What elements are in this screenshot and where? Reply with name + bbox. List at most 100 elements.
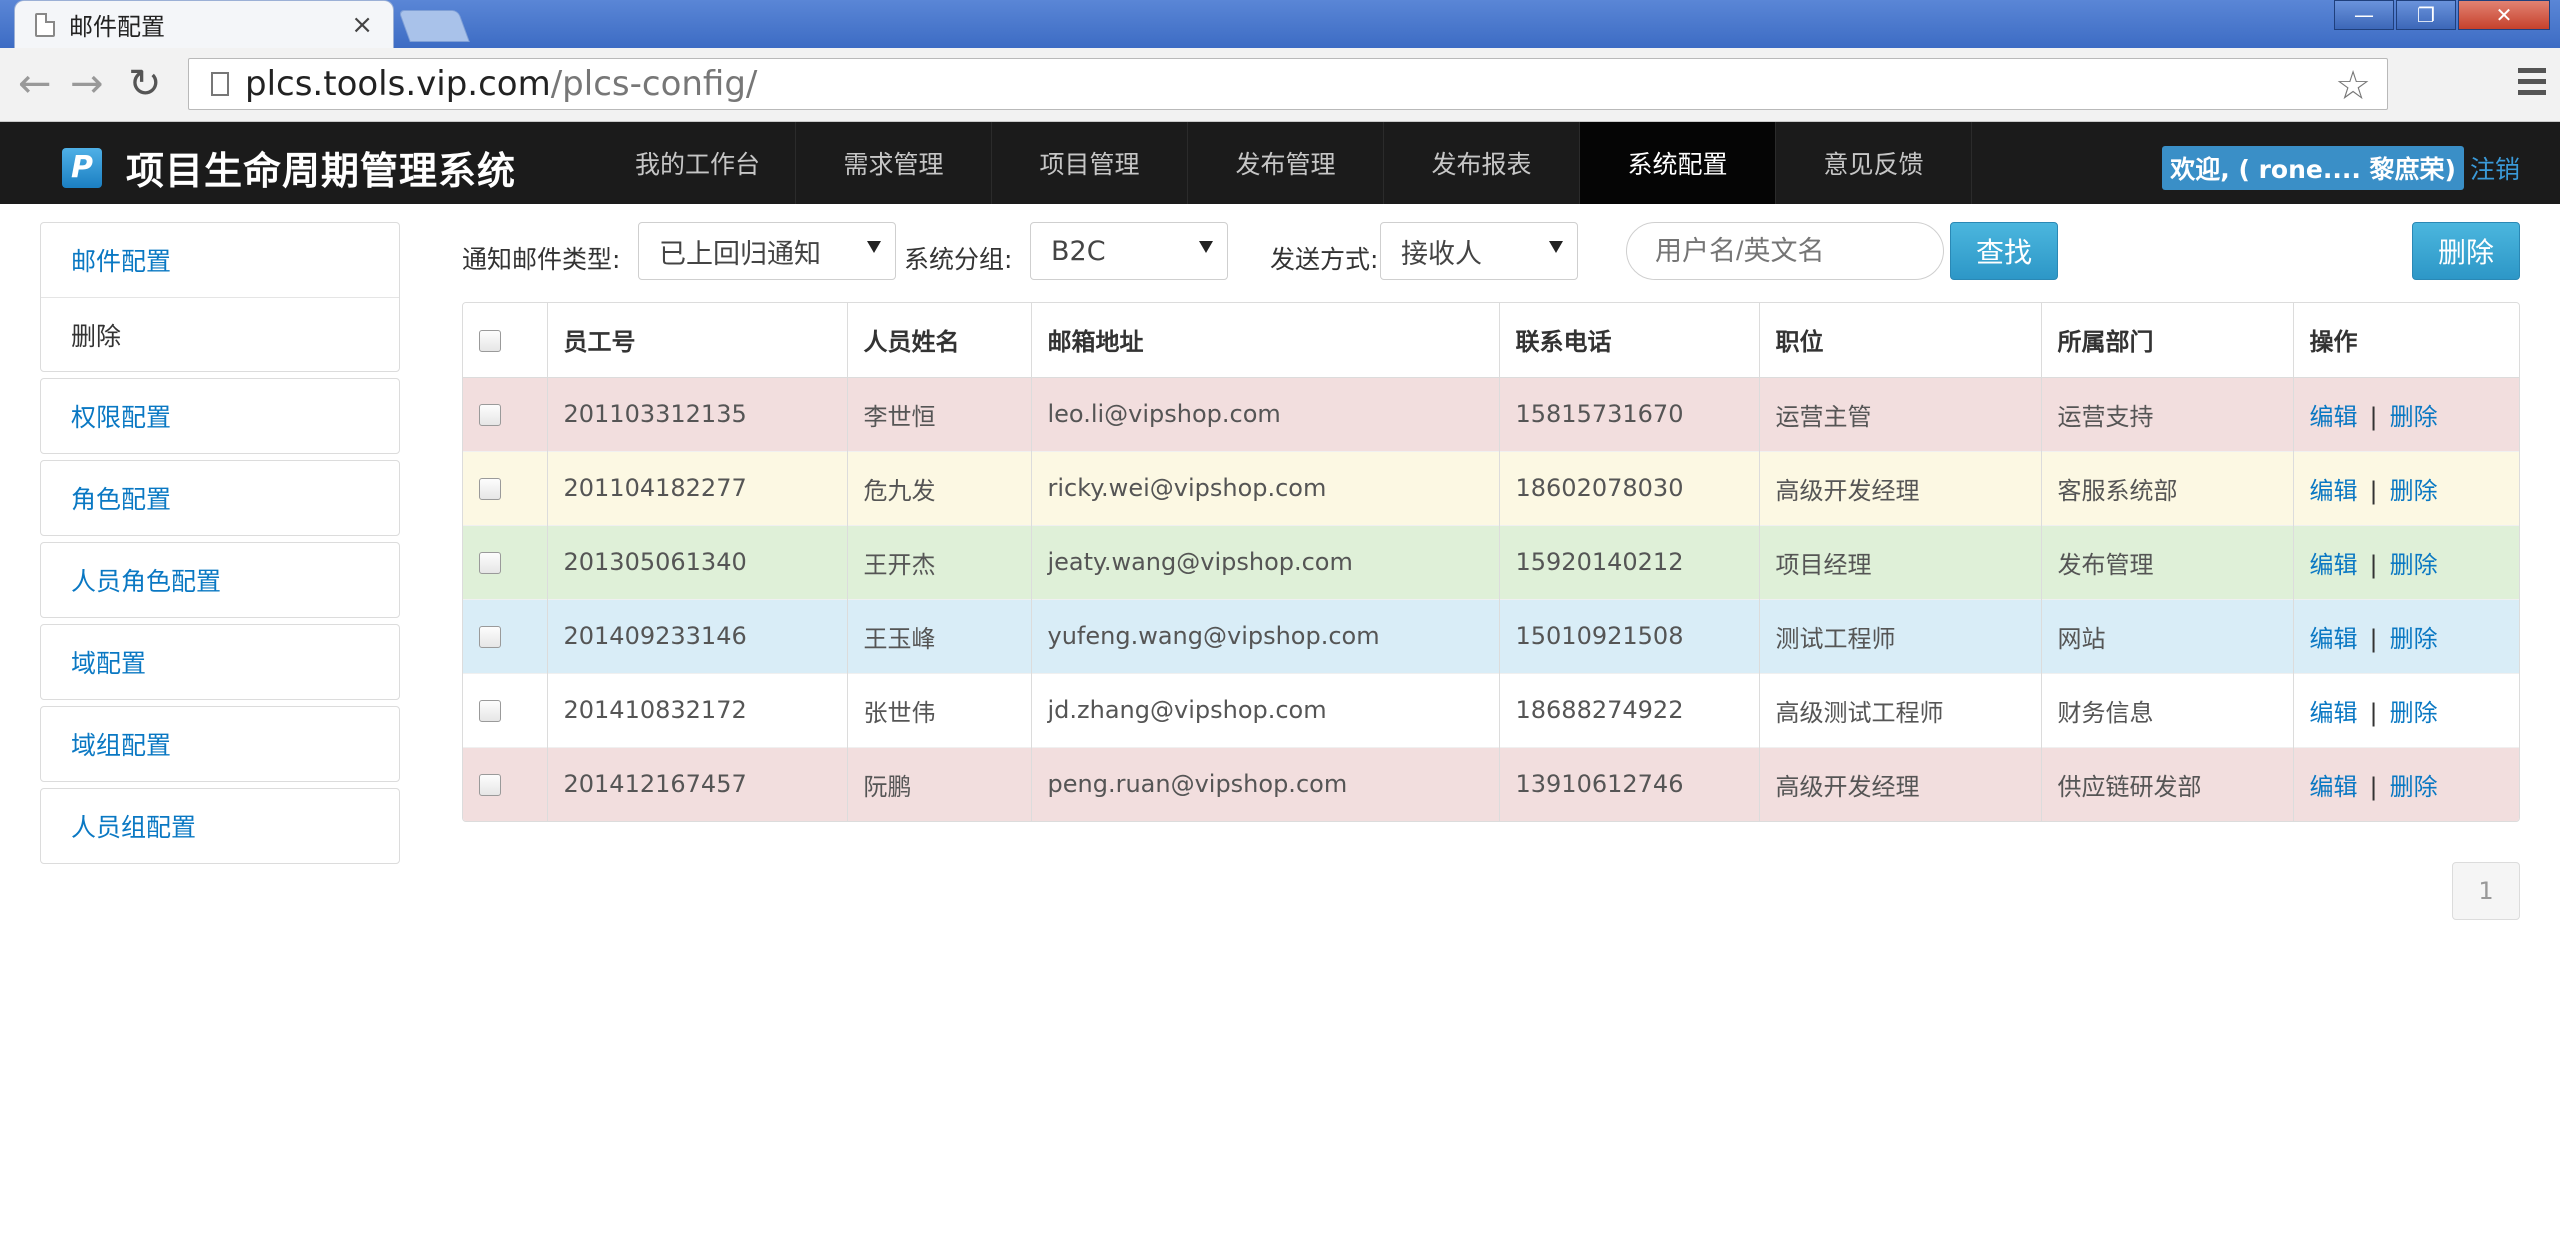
employee-title: 测试工程师	[1759, 598, 2042, 673]
edit-link[interactable]: 编辑	[2310, 699, 2358, 727]
pagination-page-1[interactable]: 1	[2452, 862, 2520, 920]
brand[interactable]: P 项目生命周期管理系统	[62, 140, 516, 195]
action-separator: |	[2369, 550, 2378, 579]
employee-title: 高级开发经理	[1759, 746, 2042, 821]
employee-title: 运营主管	[1759, 376, 2042, 451]
delete-link[interactable]: 删除	[2390, 477, 2438, 505]
reload-icon[interactable]: ↻	[128, 62, 162, 106]
new-tab-button[interactable]	[398, 10, 470, 42]
caret-down-icon	[1549, 241, 1563, 253]
sidebar-item-permission-config[interactable]: 权限配置	[41, 379, 399, 453]
edit-link[interactable]: 编辑	[2310, 773, 2358, 801]
send-method-label: 发送方式:	[1270, 245, 1379, 274]
tab-title: 邮件配置	[69, 13, 165, 41]
search-input[interactable]	[1626, 222, 1944, 280]
employee-phone: 15010921508	[1499, 598, 1760, 673]
table-row: 201412167457 阮鹏 peng.ruan@vipshop.com 13910…	[463, 746, 2519, 821]
table-row: 201409233146 王玉峰 yufeng.wang@vipshop.com 15…	[463, 598, 2519, 673]
sidebar-item-role-config[interactable]: 角色配置	[41, 461, 399, 535]
delete-link[interactable]: 删除	[2390, 403, 2438, 431]
table-header-row: 员工号 人员姓名 邮箱地址 联系电话 职位 所属部门 操作	[463, 303, 2519, 378]
address-bar[interactable]: plcs.tools.vip.com/plcs-config/ ☆	[188, 58, 2388, 110]
back-arrow-icon[interactable]: ←	[18, 62, 52, 106]
employee-name: 王开杰	[847, 524, 1032, 599]
col-email: 邮箱地址	[1031, 303, 1500, 378]
nav-workbench[interactable]: 我的工作台	[600, 122, 796, 204]
sidebar-item-user-group-config[interactable]: 人员组配置	[41, 789, 399, 863]
send-method-select[interactable]: 接收人	[1380, 222, 1578, 280]
nav-feedback[interactable]: 意见反馈	[1776, 122, 1972, 204]
employee-department: 财务信息	[2041, 672, 2294, 747]
sidebar-item-domain-config[interactable]: 域配置	[41, 625, 399, 699]
minimize-button[interactable]: —	[2334, 0, 2394, 30]
row-checkbox[interactable]	[479, 774, 501, 797]
caret-down-icon	[1199, 241, 1213, 253]
employee-email: peng.ruan@vipshop.com	[1031, 746, 1500, 821]
app-title: 项目生命周期管理系统	[126, 149, 517, 193]
employee-phone: 18688274922	[1499, 672, 1760, 747]
delete-link[interactable]: 删除	[2390, 699, 2438, 727]
nav-releases[interactable]: 发布管理	[1188, 122, 1384, 204]
forward-arrow-icon[interactable]: →	[70, 62, 104, 106]
sidebar-item-domain-group-config[interactable]: 域组配置	[41, 707, 399, 781]
nav-system-config[interactable]: 系统配置	[1580, 122, 1776, 204]
edit-link[interactable]: 编辑	[2310, 551, 2358, 579]
row-checkbox[interactable]	[479, 404, 501, 426]
row-select-cell	[463, 598, 548, 673]
logout-link[interactable]: 注销	[2470, 150, 2520, 186]
send-method-value: 接收人	[1401, 238, 1482, 270]
select-all-checkbox[interactable]	[479, 329, 501, 352]
employee-title: 项目经理	[1759, 524, 2042, 599]
nav-projects[interactable]: 项目管理	[992, 122, 1188, 204]
row-actions: 编辑 | 删除	[2293, 524, 2519, 599]
delete-button[interactable]: 删除	[2412, 222, 2520, 280]
row-checkbox[interactable]	[479, 626, 501, 648]
close-window-button[interactable]: ✕	[2458, 0, 2550, 30]
delete-link[interactable]: 删除	[2390, 551, 2438, 579]
employee-email: jeaty.wang@vipshop.com	[1031, 524, 1500, 599]
delete-link[interactable]: 删除	[2390, 773, 2438, 801]
welcome-badge: 欢迎, ( rone.... 黎庶荣)	[2162, 146, 2464, 190]
row-checkbox[interactable]	[479, 478, 501, 500]
browser-tab[interactable]: 邮件配置 ×	[14, 0, 394, 48]
mail-type-select[interactable]: 已上回归通知	[638, 222, 896, 280]
row-actions: 编辑 | 删除	[2293, 672, 2519, 747]
edit-link[interactable]: 编辑	[2310, 403, 2358, 431]
employee-name: 阮鹏	[847, 746, 1032, 821]
browser-menu-icon[interactable]	[2518, 68, 2546, 101]
col-department: 所属部门	[2041, 303, 2294, 378]
restore-button[interactable]: ❐	[2396, 0, 2456, 30]
sidebar-subitem-delete[interactable]: 删除	[41, 297, 399, 371]
nav-release-reports[interactable]: 发布报表	[1384, 122, 1580, 204]
employee-id: 201104182277	[547, 450, 848, 525]
sidebar-item-mail-config[interactable]: 邮件配置	[41, 223, 399, 297]
employee-email: yufeng.wang@vipshop.com	[1031, 598, 1500, 673]
system-group-value: B2C	[1051, 235, 1106, 267]
employee-id: 201305061340	[547, 524, 848, 599]
action-separator: |	[2369, 698, 2378, 727]
employee-name: 张世伟	[847, 672, 1032, 747]
row-checkbox[interactable]	[479, 700, 501, 722]
row-actions: 编辑 | 删除	[2293, 746, 2519, 821]
table-row: 201104182277 危九发 ricky.wei@vipshop.com 1860…	[463, 450, 2519, 525]
col-employee-id: 员工号	[547, 303, 848, 378]
employee-email: leo.li@vipshop.com	[1031, 376, 1500, 451]
edit-link[interactable]: 编辑	[2310, 625, 2358, 653]
employee-name: 王玉峰	[847, 598, 1032, 673]
nav-requirements[interactable]: 需求管理	[796, 122, 992, 204]
row-checkbox[interactable]	[479, 552, 501, 574]
tab-close-icon[interactable]: ×	[351, 10, 373, 40]
main-nav: 我的工作台 需求管理 项目管理 发布管理 发布报表 系统配置 意见反馈	[600, 122, 1972, 204]
edit-link[interactable]: 编辑	[2310, 477, 2358, 505]
sidebar-item-user-role-config[interactable]: 人员角色配置	[41, 543, 399, 617]
search-button[interactable]: 查找	[1950, 222, 2058, 280]
caret-down-icon	[867, 241, 881, 253]
row-select-cell	[463, 376, 548, 451]
app-header: P 项目生命周期管理系统 我的工作台 需求管理 项目管理 发布管理 发布报表 系…	[0, 122, 2560, 204]
bookmark-star-icon[interactable]: ☆	[2335, 63, 2371, 109]
col-actions: 操作	[2293, 303, 2519, 378]
delete-link[interactable]: 删除	[2390, 625, 2438, 653]
url-path: /plcs-config/	[550, 64, 758, 104]
employee-phone: 13910612746	[1499, 746, 1760, 821]
system-group-select[interactable]: B2C	[1030, 222, 1228, 280]
